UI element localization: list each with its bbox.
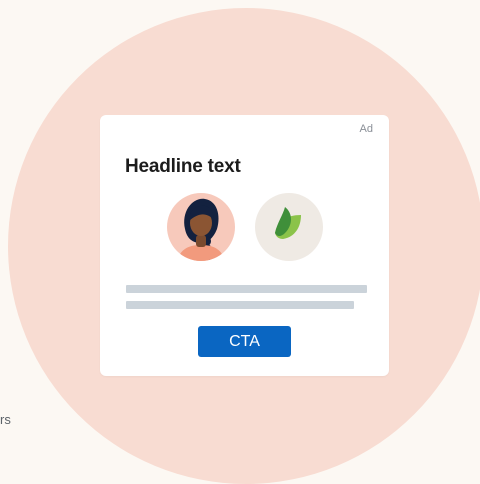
placeholder-text-line bbox=[126, 301, 354, 309]
leaf-logo-icon bbox=[255, 193, 323, 261]
person-avatar-icon bbox=[167, 193, 235, 261]
cta-button[interactable]: CTA bbox=[198, 326, 291, 357]
placeholder-text-line bbox=[126, 285, 367, 293]
cropped-side-text: rs bbox=[0, 412, 11, 427]
ad-headline: Headline text bbox=[125, 156, 241, 177]
leaf-illustration bbox=[275, 207, 301, 239]
ad-preview-card: Ad Headline text CTA bbox=[100, 115, 389, 376]
ad-label: Ad bbox=[359, 123, 373, 135]
person-illustration bbox=[177, 198, 225, 261]
